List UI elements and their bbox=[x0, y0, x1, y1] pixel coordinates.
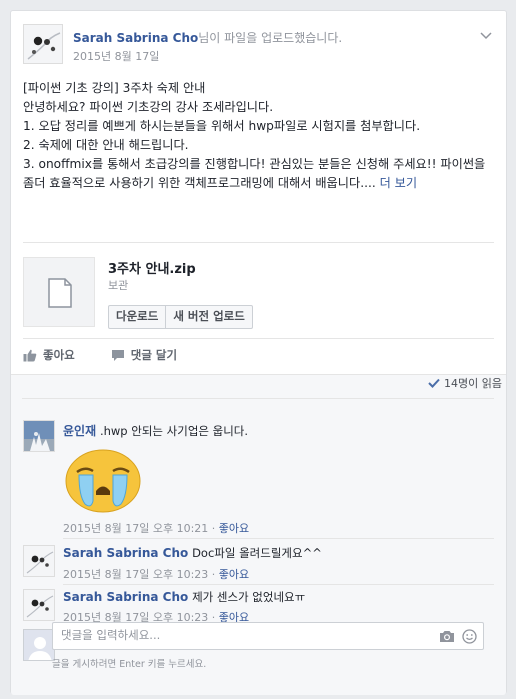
upload-new-version-button[interactable]: 새 버전 업로드 bbox=[165, 306, 252, 328]
avatar-image bbox=[24, 546, 54, 576]
file-button-group: 다운로드 새 버전 업로드 bbox=[108, 305, 253, 329]
seen-by-indicator[interactable]: 14명이 읽음 bbox=[428, 375, 502, 391]
comment-time[interactable]: 2015년 8월 17일 오후 10:21 bbox=[63, 522, 208, 535]
avatar-image bbox=[24, 590, 54, 620]
file-type: 보관 bbox=[108, 279, 129, 292]
divider bbox=[63, 538, 494, 539]
post-action-text: 님이 파일을 업로드했습니다. bbox=[198, 31, 343, 45]
post-date[interactable]: 2015년 8월 17일 bbox=[73, 48, 159, 64]
divider bbox=[23, 242, 494, 243]
avatar-image bbox=[24, 25, 62, 63]
comment-label: 댓글 달기 bbox=[130, 348, 178, 362]
thumbs-up-icon bbox=[23, 349, 37, 361]
post-header-section: Sarah Sabrina Cho님이 파일을 업로드했습니다. 2015년 8… bbox=[11, 11, 506, 374]
commenter-avatar[interactable] bbox=[23, 545, 55, 577]
post-body-text: [파이썬 기초 강의] 3주차 숙제 안내 안녕하세요? 파이썬 기초강의 강사… bbox=[23, 81, 486, 190]
comment-like-link[interactable]: 좋아요 bbox=[219, 568, 249, 581]
comment-meta: 2015년 8월 17일 오후 10:23 · 좋아요 bbox=[63, 568, 250, 581]
current-user-avatar bbox=[23, 629, 55, 661]
comment-1: 윤인재 .hwp 안되는 사기업은 웁니다. bbox=[63, 422, 248, 439]
file-thumbnail[interactable] bbox=[23, 257, 95, 327]
see-more-link[interactable]: 더 보기 bbox=[380, 176, 418, 190]
check-icon bbox=[428, 378, 440, 388]
post-body: [파이썬 기초 강의] 3주차 숙제 안내 안녕하세요? 파이썬 기초강의 강사… bbox=[23, 79, 497, 193]
file-name[interactable]: 3주차 안내.zip bbox=[108, 258, 196, 277]
post-author-line: Sarah Sabrina Cho님이 파일을 업로드했습니다. bbox=[73, 29, 342, 46]
comment-text: Doc파일 올려드릴게요^^ bbox=[192, 546, 322, 560]
comment-author-name[interactable]: Sarah Sabrina Cho bbox=[63, 590, 188, 604]
comment-2: Sarah Sabrina Cho Doc파일 올려드릴게요^^ bbox=[63, 545, 322, 561]
commenter-avatar[interactable] bbox=[23, 420, 55, 452]
commenter-avatar[interactable] bbox=[23, 589, 55, 621]
divider bbox=[23, 338, 494, 339]
comment-input-box[interactable] bbox=[52, 622, 484, 650]
camera-icon[interactable] bbox=[439, 630, 455, 643]
comment-input[interactable] bbox=[61, 628, 421, 642]
comment-button[interactable]: 댓글 달기 bbox=[111, 347, 177, 363]
emoji-icon[interactable] bbox=[462, 629, 477, 644]
post-author-name[interactable]: Sarah Sabrina Cho bbox=[73, 31, 198, 45]
comment-like-link[interactable]: 좋아요 bbox=[219, 522, 249, 535]
like-label: 좋아요 bbox=[43, 348, 75, 362]
like-button[interactable]: 좋아요 bbox=[23, 347, 75, 363]
seen-count: 14명이 읽음 bbox=[444, 377, 502, 390]
comment-author-name[interactable]: Sarah Sabrina Cho bbox=[63, 546, 188, 560]
crying-emoji-icon bbox=[63, 446, 143, 517]
avatar-image bbox=[24, 421, 54, 451]
comment-icon bbox=[111, 349, 124, 361]
enter-to-post-hint: 글을 게시하려면 Enter 키를 누르세요. bbox=[52, 659, 207, 670]
comment-text: .hwp 안되는 사기업은 웁니다. bbox=[99, 424, 249, 438]
download-button[interactable]: 다운로드 bbox=[109, 306, 165, 328]
comment-author-name[interactable]: 윤인재 bbox=[63, 424, 96, 438]
post-actions: 좋아요 댓글 달기 bbox=[23, 347, 177, 363]
default-avatar-icon bbox=[24, 630, 54, 660]
comment-meta: 2015년 8월 17일 오후 10:21 · 좋아요 bbox=[63, 522, 250, 535]
comment-text: 제가 센스가 없었네요ㅠ bbox=[192, 590, 306, 604]
divider bbox=[22, 398, 494, 399]
comment-time[interactable]: 2015년 8월 17일 오후 10:23 bbox=[63, 568, 208, 581]
author-avatar[interactable] bbox=[23, 24, 63, 64]
chevron-down-icon[interactable] bbox=[480, 29, 492, 43]
comment-3: Sarah Sabrina Cho 제가 센스가 없었네요ㅠ bbox=[63, 589, 305, 605]
file-icon bbox=[48, 278, 72, 308]
divider bbox=[63, 584, 494, 585]
